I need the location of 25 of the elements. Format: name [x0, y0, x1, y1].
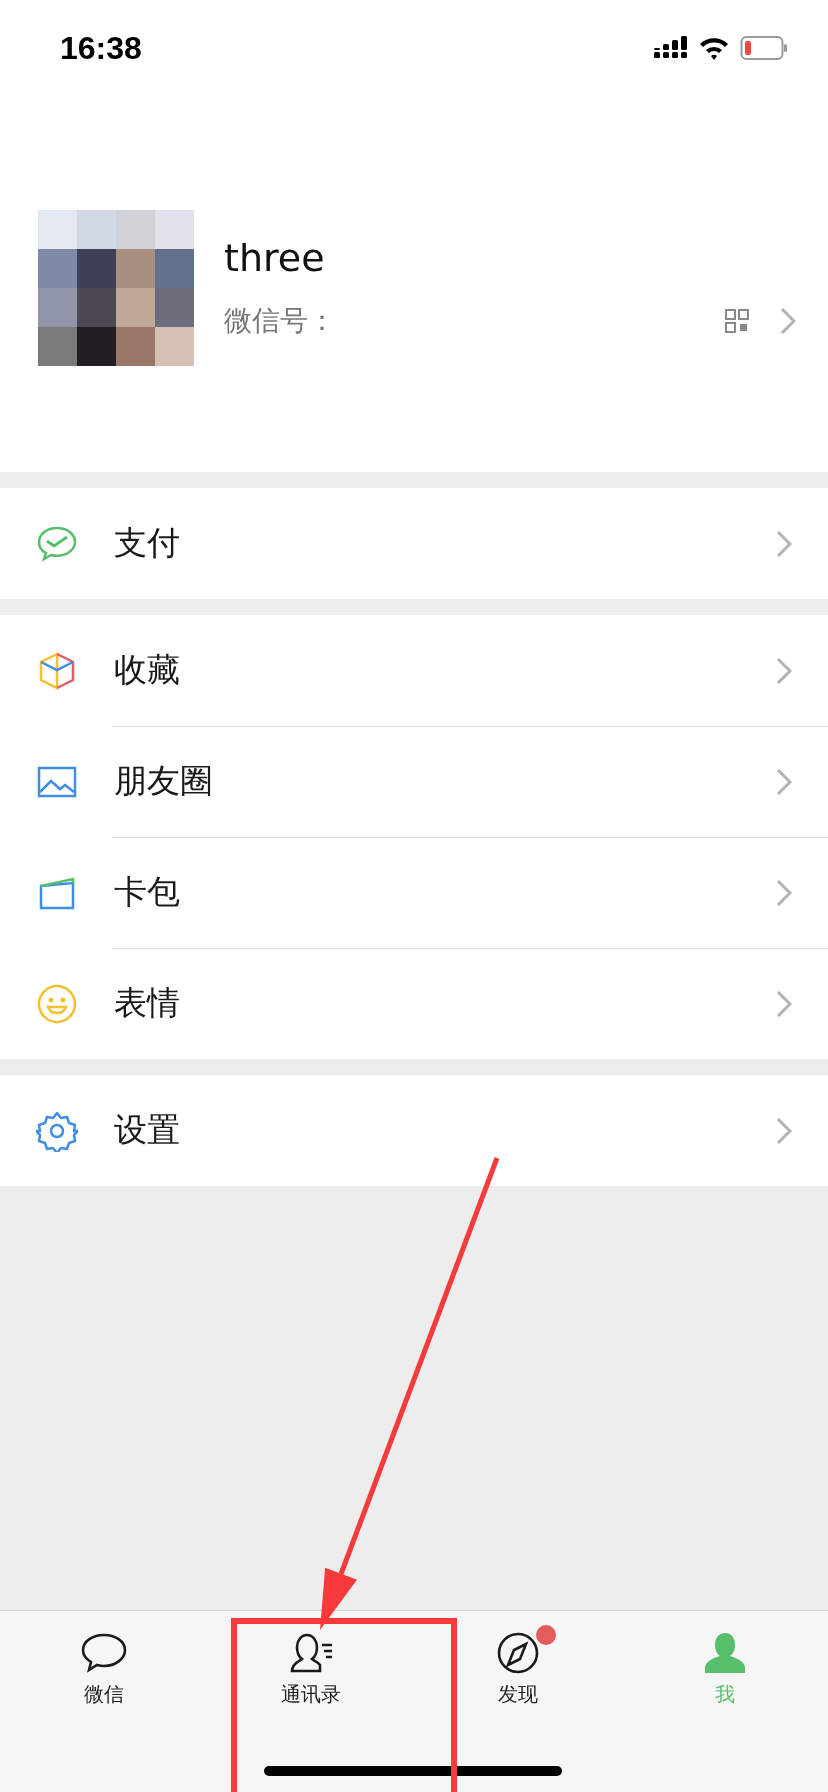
- menu-item[interactable]: 设置: [114, 1108, 776, 1153]
- tab[interactable]: 通讯录: [280, 1681, 341, 1708]
- menu-item[interactable]: 支付: [114, 521, 776, 566]
- tab[interactable]: 微信: [83, 1681, 124, 1708]
- signal-icon: [654, 36, 688, 60]
- chevron-icon: [776, 529, 792, 558]
- chevron-icon: [776, 989, 792, 1018]
- wechat-id-label: 微信号：: [224, 303, 336, 339]
- chevron-icon: [776, 767, 792, 796]
- chevron-icon: [776, 878, 792, 907]
- settings-icon: [36, 1109, 78, 1152]
- menu-item[interactable]: 表情: [114, 981, 776, 1026]
- wifi-icon: [698, 36, 730, 60]
- menu-item[interactable]: 收藏: [114, 648, 776, 693]
- smiley-icon: [36, 982, 78, 1025]
- profile-name: three: [224, 236, 326, 280]
- chevron-icon: [776, 1116, 792, 1145]
- status-time: 16:38: [60, 29, 142, 67]
- chevron-icon: [780, 307, 796, 335]
- menu-item[interactable]: 卡包: [114, 870, 776, 915]
- menu-item[interactable]: 朋友圈: [114, 759, 776, 804]
- qr-code-icon: [724, 308, 750, 334]
- tab[interactable]: 发现: [497, 1681, 538, 1708]
- chevron-icon: [776, 656, 792, 685]
- battery-icon: [740, 35, 788, 61]
